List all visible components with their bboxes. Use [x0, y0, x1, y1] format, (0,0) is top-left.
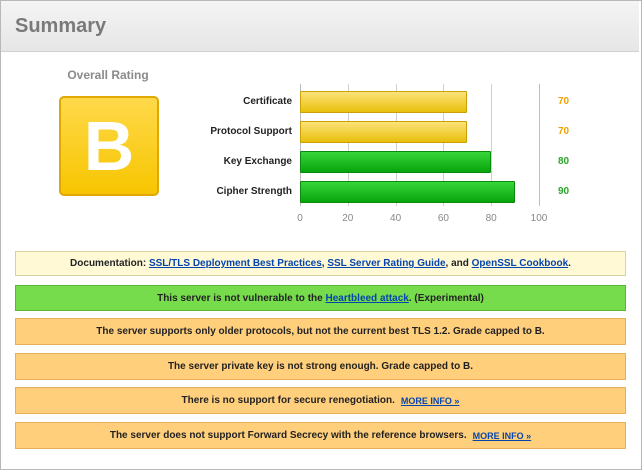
private-key-warning-banner: The server private key is not strong eno… — [15, 353, 626, 380]
renegotiation-warning-text: There is no support for secure renegotia… — [181, 395, 395, 406]
category-label-protocol-support: Protocol Support — [210, 126, 292, 137]
heartbleed-link[interactable]: Heartbleed attack — [325, 293, 408, 304]
x-tick-label: 60 — [437, 213, 449, 224]
doc-sep1: , — [321, 258, 325, 269]
summary-header: Summary — [1, 1, 639, 52]
score-label-key-exchange: 80 — [558, 156, 570, 167]
category-label-certificate: Certificate — [243, 96, 292, 107]
heartbleed-prefix: This server is not vulnerable to the — [157, 292, 323, 304]
renegotiation-warning-banner: There is no support for secure renegotia… — [15, 387, 626, 414]
renegotiation-more-info-link[interactable]: MORE INFO » — [401, 396, 460, 406]
x-tick-label: 20 — [342, 213, 354, 224]
heartbleed-suffix: . (Experimental) — [408, 292, 484, 304]
score-label-cipher-strength: 90 — [558, 186, 570, 197]
page-title: Summary — [15, 15, 107, 37]
bar-key-exchange — [300, 151, 492, 173]
category-label-key-exchange: Key Exchange — [223, 156, 292, 167]
doc-prefix: Documentation: — [70, 258, 147, 269]
rating-guide-link[interactable]: SSL Server Rating Guide — [327, 258, 445, 269]
bar-protocol-support — [300, 121, 468, 143]
forward-secrecy-more-info-link[interactable]: MORE INFO » — [473, 431, 532, 441]
bar-certificate — [300, 91, 468, 113]
x-tick-label: 0 — [297, 213, 303, 224]
grade-badge: B — [59, 96, 159, 196]
bar-cipher-strength — [300, 181, 516, 203]
doc-suffix: . — [568, 258, 571, 269]
x-tick-label: 100 — [530, 213, 548, 224]
private-key-warning-text: The server private key is not strong eno… — [167, 361, 474, 372]
protocols-warning-text: The server supports only older protocols… — [96, 326, 545, 337]
forward-secrecy-warning-text: The server does not support Forward Secr… — [109, 430, 467, 441]
score-label-protocol-support: 70 — [558, 126, 570, 137]
best-practices-link[interactable]: SSL/TLS Deployment Best Practices — [149, 258, 322, 269]
score-label-certificate: 70 — [558, 96, 570, 107]
x-tick-label: 40 — [390, 213, 402, 224]
documentation-banner: Documentation: SSL/TLS Deployment Best P… — [15, 251, 626, 276]
category-label-cipher-strength: Cipher Strength — [216, 186, 292, 197]
openssl-cookbook-link[interactable]: OpenSSL Cookbook — [472, 258, 569, 269]
heartbleed-banner: This server is not vulnerable to the Hea… — [15, 285, 626, 311]
gridline-100 — [539, 84, 540, 206]
forward-secrecy-warning-banner: The server does not support Forward Secr… — [15, 422, 626, 449]
overall-rating-label: Overall Rating — [67, 68, 149, 82]
protocols-warning-banner: The server supports only older protocols… — [15, 318, 626, 345]
doc-sep2: , and — [445, 258, 469, 269]
grade-letter: B — [83, 107, 135, 185]
x-tick-label: 80 — [485, 213, 497, 224]
